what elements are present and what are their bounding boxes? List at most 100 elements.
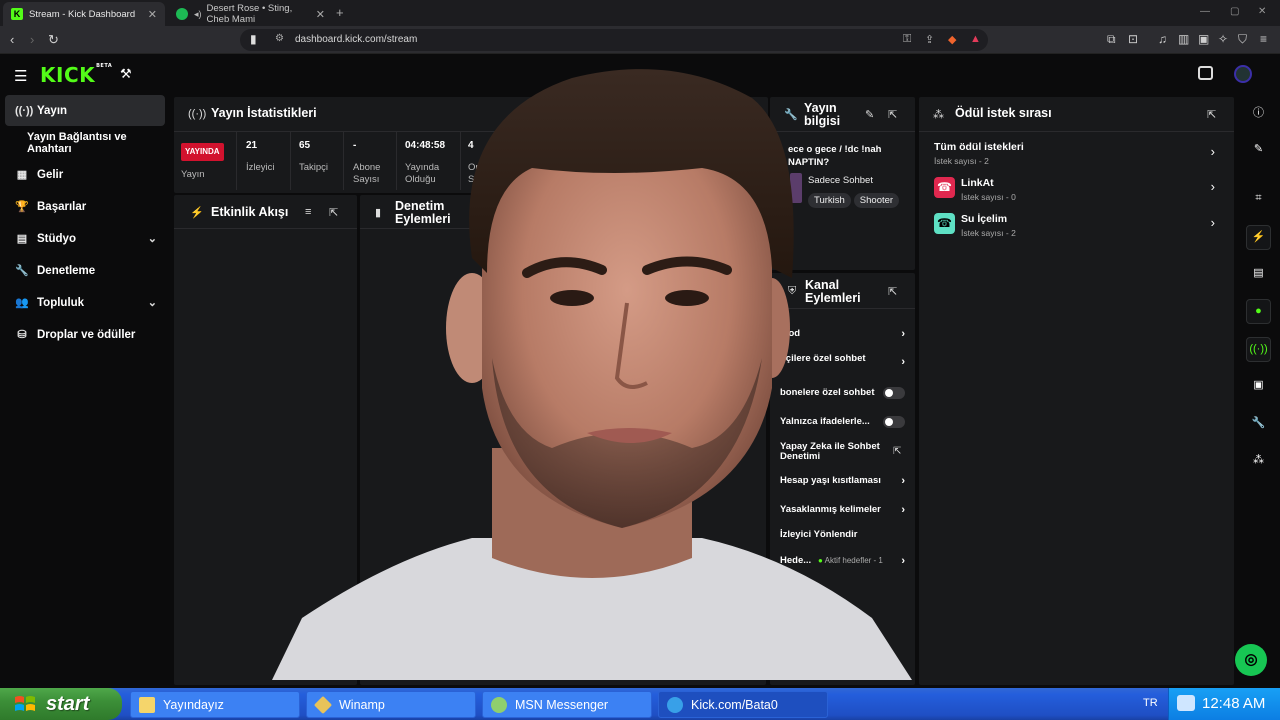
taskbar-item-kick[interactable]: Kick.com/Bata0 [658, 691, 828, 718]
forward-icon[interactable]: › [30, 32, 34, 47]
rewards-icon: ⁂ [933, 109, 944, 121]
music-icon[interactable]: ♫ [1158, 32, 1167, 46]
system-tray: 12:48 AM [1168, 688, 1280, 720]
close-tab-icon[interactable]: ✕ [148, 8, 157, 21]
brave-shield-icon[interactable]: ◆ [948, 33, 956, 46]
moderation-icon[interactable]: ▣ [1246, 374, 1271, 399]
windows-flag-icon [15, 696, 35, 711]
stream-preview-icon[interactable] [1198, 66, 1213, 80]
windows-taskbar: start Yayındayız Winamp MSN Messenger Ki… [0, 688, 1280, 720]
edit-icon[interactable]: ✎ [1246, 138, 1271, 163]
internet-explorer-icon [667, 696, 683, 713]
spotify-favicon-icon [176, 8, 188, 20]
maximize-icon[interactable]: ▢ [1230, 6, 1239, 17]
network-icon[interactable] [1177, 695, 1195, 711]
browser-tab-strip: K Stream - Kick Dashboard ✕ ◂) Desert Ro… [0, 0, 1280, 26]
url-text: dashboard.kick.com/stream [295, 34, 418, 45]
broadcast-icon: ((·)) [15, 104, 34, 117]
hamburger-menu-icon[interactable]: ☰ [14, 67, 27, 85]
start-label: start [46, 692, 90, 715]
reward-linkat[interactable]: LinkAt İstek sayısı - 0 › [961, 177, 1219, 202]
sidebar-item-stream-key[interactable]: Yayın Bağlantısı ve Anahtarı [5, 127, 165, 158]
kick-favicon-icon: K [11, 8, 23, 20]
chat-icon[interactable]: ● [1246, 299, 1271, 324]
reward-count: İstek sayısı - 2 [961, 228, 1016, 238]
task-label: MSN Messenger [515, 697, 609, 712]
tab-title: Desert Rose • Sting, Cheb Mami [206, 3, 293, 25]
rewards-icon[interactable]: ⁂ [1246, 449, 1271, 474]
task-label: Yayındayız [163, 697, 224, 712]
stat-label: Yayın [181, 169, 205, 180]
stat-label: İzleyici [246, 162, 275, 173]
broadcast-icon[interactable]: ((·)) [1246, 337, 1271, 362]
winamp-icon [313, 695, 333, 714]
sidebar-item-label: Başarılar [37, 200, 87, 213]
speaker-icon[interactable]: ◂) [194, 9, 202, 20]
tab-kick-dashboard[interactable]: K Stream - Kick Dashboard ✕ [3, 2, 165, 26]
sidebar-item-topluluk[interactable]: 👥 Topluluk ⌄ [5, 287, 165, 318]
kick-logo[interactable]: KICKBETA [40, 63, 112, 87]
divider [236, 132, 237, 190]
task-label: Winamp [339, 697, 385, 712]
close-tab-icon[interactable]: ✕ [316, 8, 325, 21]
leo-icon[interactable]: ✧ [1218, 32, 1228, 46]
lightning-icon[interactable]: ⚡ [1246, 225, 1271, 250]
reward-su-icelim[interactable]: Su İçelim İstek sayısı - 2 › [961, 213, 1219, 238]
trophy-icon: 🏆 [15, 201, 29, 213]
chart-icon: ▦ [16, 169, 28, 181]
hammer-icon[interactable]: ⚒ [120, 66, 132, 82]
sidebar-item-label: Denetleme [37, 264, 96, 277]
avatar[interactable] [1234, 65, 1252, 83]
brave-rewards-icon[interactable]: ▲ [970, 33, 981, 45]
new-tab-button[interactable]: + [336, 5, 344, 20]
reward-all-requests[interactable]: Tüm ödül istekleri İstek sayısı - 2 › [934, 141, 1219, 166]
close-window-icon[interactable]: ✕ [1258, 6, 1266, 17]
webcam-face-overlay [272, 69, 912, 680]
sidebar-item-denetleme[interactable]: 🔧 Denetleme [5, 255, 165, 286]
wallet-icon[interactable]: ▣ [1198, 32, 1209, 46]
sidebar-item-droplar[interactable]: ⛁ Droplar ve ödüller [5, 319, 165, 350]
share-icon[interactable]: ⇪ [925, 33, 934, 46]
sidebar-item-basarilar[interactable]: 🏆 Başarılar [5, 191, 165, 222]
popout-icon[interactable]: ⇱ [1207, 108, 1216, 121]
sidebar-item-studyo[interactable]: ▤ Stüdyo ⌄ [5, 223, 165, 254]
sidebar-toggle-icon[interactable]: ▥ [1178, 32, 1189, 46]
chevron-right-icon: › [1210, 179, 1215, 194]
reward-title: Su İçelim [961, 213, 1008, 225]
wrench-icon[interactable]: 🔧 [1246, 412, 1271, 437]
sidebar-item-gelir[interactable]: ▦ Gelir [5, 159, 165, 190]
vpn-icon[interactable]: ⛉ [1238, 32, 1247, 47]
url-field[interactable]: ▮ ⚙ dashboard.kick.com/stream ⚿ ⇪ ◆ ▲ [240, 29, 988, 51]
stat-viewers: 21 İzleyici [246, 140, 275, 174]
focus-icon[interactable]: ⌗ [1246, 187, 1271, 212]
taskbar-item-yayindayiz[interactable]: Yayındayız [130, 691, 300, 718]
menu-icon[interactable]: ≡ [1260, 32, 1267, 46]
bookmark-icon[interactable]: ▮ [250, 32, 257, 46]
sidebar-item-label: Stüdyo [37, 232, 76, 245]
info-icon[interactable]: ⓘ [1246, 102, 1271, 127]
site-settings-icon[interactable]: ⚙ [275, 33, 284, 44]
studio-icon: ▤ [16, 233, 28, 245]
notes-icon[interactable]: ▤ [1246, 262, 1271, 287]
key-icon[interactable]: ⚿ [903, 33, 911, 46]
extensions-icon[interactable]: ⧉ [1107, 32, 1116, 47]
reward-title: Tüm ödül istekleri [934, 141, 1024, 153]
taskbar-item-winamp[interactable]: Winamp [306, 691, 476, 718]
taskbar-item-msn[interactable]: MSN Messenger [482, 691, 652, 718]
clock[interactable]: 12:48 AM [1202, 695, 1265, 712]
folder-icon [139, 696, 155, 713]
chevron-down-icon: ⌄ [147, 297, 157, 309]
minimize-icon[interactable]: — [1200, 6, 1210, 17]
language-indicator[interactable]: TR [1143, 697, 1158, 709]
help-chat-button[interactable]: ◎ [1235, 644, 1267, 676]
chevron-down-icon: ⌄ [147, 233, 157, 245]
tab-title: Stream - Kick Dashboard [29, 8, 136, 20]
wrench-icon: 🔧 [15, 265, 29, 277]
start-button[interactable]: start [0, 688, 122, 720]
sidebar-item-yayin[interactable]: ((·)) Yayın [5, 95, 165, 126]
linkat-reward-icon: ☎ [934, 177, 955, 198]
reload-icon[interactable]: ↻ [48, 32, 59, 48]
back-icon[interactable]: ‹ [10, 32, 14, 47]
tab-spotify[interactable]: ◂) Desert Rose • Sting, Cheb Mami ✕ [168, 2, 333, 26]
screenshot-icon[interactable]: ⊡ [1128, 32, 1138, 46]
